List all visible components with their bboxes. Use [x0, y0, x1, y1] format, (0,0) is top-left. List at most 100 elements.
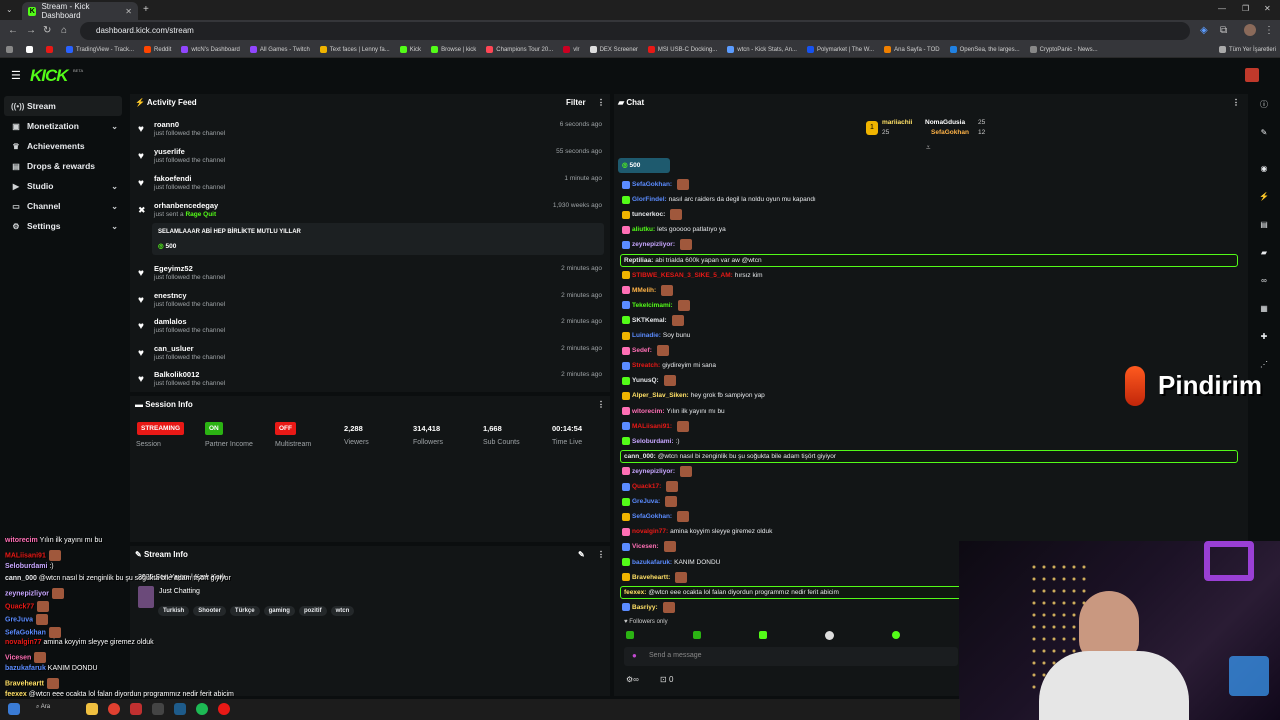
chat-input[interactable]: ● Send a message — [624, 647, 958, 666]
maximize-button[interactable]: ❐ — [1242, 4, 1249, 13]
info-icon[interactable]: ⓘ — [1257, 98, 1271, 112]
back-icon[interactable]: ← — [8, 25, 18, 36]
chat-username[interactable]: MMelih: — [632, 287, 656, 294]
chat-username[interactable]: Alper_Slav_Siken: — [632, 392, 689, 399]
chat-username[interactable]: GreJuva: — [632, 498, 660, 505]
kick-logo[interactable]: KICK — [30, 66, 69, 86]
chat-username[interactable]: bazukafaruk: — [632, 559, 672, 566]
chat-settings-icon[interactable]: ⚙∞ — [626, 675, 639, 684]
bookmark-7[interactable]: Champions Tour 20... — [486, 46, 553, 53]
chat-username[interactable]: tuncerkoc: — [632, 211, 665, 218]
steam-icon[interactable] — [174, 703, 186, 715]
forward-icon[interactable]: → — [26, 25, 36, 36]
stream-info-menu-icon[interactable]: ⋮ — [597, 550, 605, 559]
all-bookmarks-folder[interactable]: Tüm Yer İşaretleri — [1218, 46, 1276, 53]
chat-username[interactable]: Quack17: — [632, 483, 661, 490]
tools-icon[interactable]: ✚ — [1257, 330, 1271, 344]
tab-list-icon[interactable]: ⌄ — [6, 5, 13, 14]
bookmark-5[interactable]: Kick — [399, 46, 421, 53]
menu-kebab-icon[interactable]: ⋮ — [1264, 25, 1274, 36]
chat-username[interactable]: Basriyy: — [632, 604, 658, 611]
category-name[interactable]: Just Chatting — [159, 588, 200, 595]
bookmark-8[interactable]: vlr — [563, 46, 580, 53]
emote-icon[interactable] — [892, 631, 900, 639]
chat-username[interactable]: Seloburdami: — [632, 438, 674, 445]
sidebar-item-settings[interactable]: ⚙ Settings ⌄ — [4, 216, 122, 236]
bookmark-2[interactable]: wtcN's Dashboard — [181, 46, 240, 53]
filter-button[interactable]: Filter — [566, 98, 586, 107]
profile-avatar[interactable] — [1244, 24, 1256, 36]
sidebar-item-channel[interactable]: ▭ Channel ⌄ — [4, 196, 122, 216]
bookmark-14[interactable]: OpenSea, the larges... — [949, 46, 1020, 53]
tag[interactable]: pozitif — [298, 606, 327, 616]
chat-username[interactable]: SefaGokhan: — [632, 181, 672, 188]
tag[interactable]: wtcn — [330, 606, 355, 616]
chat-username[interactable]: zeynepizliyor: — [632, 468, 675, 475]
collapse-chevron-icon[interactable]: ⩡ — [926, 143, 931, 153]
bookmark-1[interactable]: Reddit — [144, 46, 171, 53]
chat-username[interactable]: aliutku: — [632, 226, 655, 233]
start-icon[interactable] — [8, 703, 20, 715]
close-tab-icon[interactable]: ✕ — [125, 7, 132, 16]
link-icon[interactable]: ∞ — [1257, 274, 1271, 288]
bookmark-15[interactable]: CryptoPanic - News... — [1029, 46, 1098, 53]
chat-username[interactable]: YunusQ: — [632, 377, 659, 384]
chat-username[interactable]: SefaGokhan: — [632, 513, 672, 520]
tag[interactable]: Türkçe — [229, 606, 260, 616]
emote-icon[interactable] — [825, 631, 834, 640]
hamburger-menu-icon[interactable]: ☰ — [11, 69, 21, 82]
chat-username[interactable]: Luinadie: — [632, 332, 661, 339]
session-info-menu-icon[interactable]: ⋮ — [597, 400, 605, 409]
new-tab-button[interactable]: + — [143, 4, 149, 15]
sidebar-item-stream[interactable]: ((•)) Stream — [4, 96, 122, 116]
chat-username[interactable]: feexex: — [624, 589, 646, 596]
chat-bubble-icon[interactable]: ▰ — [1257, 246, 1271, 260]
chat-username[interactable]: zeynepizliyor: — [632, 241, 675, 248]
extension-icon[interactable]: ◈ — [1200, 25, 1208, 36]
bookmark-0[interactable]: TradingView - Track... — [66, 46, 134, 53]
close-window-button[interactable]: ✕ — [1264, 4, 1271, 13]
sidebar-item-drops[interactable]: ▤ Drops & rewards — [4, 156, 122, 176]
chat-username[interactable]: GlorFindel: — [632, 196, 667, 203]
bookmark-11[interactable]: wtcn - Kick Stats, An... — [727, 46, 797, 53]
lightning-icon[interactable]: ⚡ — [1257, 190, 1271, 204]
sidebar-item-achievements[interactable]: ♛ Achievements — [4, 136, 122, 156]
chat-username[interactable]: MALiisani91: — [632, 423, 672, 430]
emote-icon[interactable] — [693, 631, 701, 639]
youtube-icon[interactable] — [46, 46, 56, 53]
pinned-gift[interactable]: ◎ 500 — [618, 158, 670, 173]
chat-username[interactable]: STIBWE_KESAN_3_SIKE_5_AM: — [632, 272, 733, 279]
reload-icon[interactable]: ↻ — [43, 25, 51, 36]
chat-username[interactable]: wltorecim: — [632, 408, 665, 415]
sidebar-item-monetization[interactable]: ▣ Monetization ⌄ — [4, 116, 122, 136]
chat-username[interactable]: Vicesen: — [632, 543, 659, 550]
app-icon[interactable] — [130, 703, 142, 715]
chat-username[interactable]: SKTKemal: — [632, 317, 667, 324]
chat-username[interactable]: Braveheartt: — [632, 574, 670, 581]
camera-icon[interactable]: ◉ — [1257, 162, 1271, 176]
bookmark-10[interactable]: MSI USB-C Docking... — [647, 46, 717, 53]
chat-username[interactable]: novalgin77: — [632, 528, 668, 535]
edit-pencil-icon[interactable]: ✎ — [578, 550, 585, 559]
app-icon[interactable] — [152, 703, 164, 715]
home-icon[interactable]: ⌂ — [61, 25, 67, 36]
emote-icon[interactable] — [759, 631, 767, 639]
chat-username[interactable]: Sedef: — [632, 347, 652, 354]
activity-feed-menu-icon[interactable]: ⋮ — [597, 98, 605, 107]
tag[interactable]: Shooter — [193, 606, 226, 616]
chat-username[interactable]: Streatch: — [632, 362, 660, 369]
tag[interactable]: Turkish — [158, 606, 190, 616]
chat-menu-icon[interactable]: ⋮ — [1232, 98, 1240, 107]
file-explorer-icon[interactable] — [86, 703, 98, 715]
bookmark-3[interactable]: All Games - Twitch — [249, 46, 310, 53]
bookmark-12[interactable]: Polymarket | The W... — [806, 46, 874, 53]
document-icon[interactable]: ▤ — [1257, 218, 1271, 232]
bookmark-4[interactable]: Text faces | Lenny fa... — [319, 46, 390, 53]
chat-username[interactable]: cann_000: — [624, 453, 656, 460]
sidebar-item-studio[interactable]: ▶ Studio ⌄ — [4, 176, 122, 196]
chat-username[interactable]: Tekelcimami: — [632, 302, 673, 309]
app-icon[interactable] — [218, 703, 230, 715]
microphone-icon[interactable]: ● — [632, 651, 637, 660]
bookmark-13[interactable]: Ana Sayfa - TOD — [884, 46, 940, 53]
pencil-icon[interactable]: ✎ — [1257, 126, 1271, 140]
